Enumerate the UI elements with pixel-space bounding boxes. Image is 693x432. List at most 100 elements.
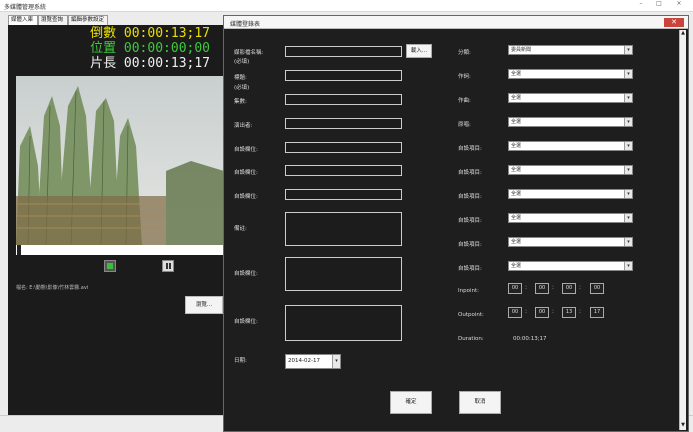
category-select-value: 委員新聞 [511, 47, 532, 53]
tab-browse-query[interactable]: 瀏覽查詢 [38, 15, 68, 25]
pause-button[interactable] [162, 260, 174, 272]
scroll-down-icon[interactable]: ▼ [680, 422, 686, 430]
lyricist-select[interactable]: 全選 ▾ [508, 69, 633, 79]
custom-field-input-1[interactable] [285, 142, 402, 153]
inpoint-minutes[interactable]: 00 [535, 283, 549, 294]
right-label-4: 原唱: [458, 122, 471, 128]
duration-value: 00:00:13;17 [513, 336, 547, 342]
file-name-label: 媒影檔名稱: [234, 50, 264, 56]
composer-select[interactable]: 全選 ▾ [508, 93, 633, 103]
outpoint-frames[interactable]: 17 [590, 307, 604, 318]
inpoint-seconds[interactable]: 00 [562, 283, 576, 294]
custom-field-input-3[interactable] [285, 189, 402, 200]
original-singer-select[interactable]: 全選 ▾ [508, 117, 633, 127]
custom-item-select-5[interactable]: 全選 ▾ [508, 237, 633, 247]
outpoint-seconds[interactable]: 13 [562, 307, 576, 318]
ok-button[interactable]: 確定 [390, 391, 432, 414]
custom-field-label: 自設欄位: [234, 271, 258, 277]
calendar-dropdown-icon[interactable]: ▾ [332, 355, 340, 368]
remarks-textarea[interactable] [285, 212, 402, 246]
chevron-down-icon: ▾ [624, 70, 632, 78]
chevron-down-icon: ▾ [624, 238, 632, 246]
outpoint-hours[interactable]: 00 [508, 307, 522, 318]
play-icon [107, 263, 113, 269]
import-button[interactable]: 載入... [406, 44, 432, 58]
file-name-label: 檔名: E:\動態\影像\竹林雲霧.avi [16, 285, 89, 291]
custom-textarea-4[interactable] [285, 257, 402, 291]
dialog-close-button[interactable]: ✕ [664, 18, 684, 27]
title-required-label: (必填) [234, 85, 250, 91]
right-label-2: 作詞: [458, 74, 471, 80]
main-tabs: 媒體入庫 瀏覽查詢 編輯參數設定 [8, 15, 223, 25]
date-picker[interactable]: 2014-02-17 ▾ [285, 354, 341, 369]
colon-separator: : [525, 284, 528, 291]
minimize-icon[interactable]: – [634, 0, 648, 9]
episode-label: 集數: [234, 99, 247, 105]
right-label-10: 自設項目: [458, 266, 482, 272]
colon-separator: : [579, 308, 582, 315]
outpoint-minutes[interactable]: 00 [535, 307, 549, 318]
composer-select-value: 全選 [511, 95, 522, 101]
dialog-scrollbar[interactable]: ▲ ▼ [679, 30, 686, 430]
custom-item-select-1[interactable]: 全選 ▾ [508, 141, 633, 151]
seek-slider[interactable] [16, 245, 224, 255]
custom-item-select-value: 全選 [511, 239, 522, 245]
chevron-down-icon: ▾ [624, 46, 632, 54]
custom-item-select-value: 全選 [511, 143, 522, 149]
colon-separator: : [525, 308, 528, 315]
dialog-titlebar: 媒體登錄表 ✕ [224, 16, 688, 29]
chevron-down-icon: ▾ [624, 118, 632, 126]
custom-item-select-4[interactable]: 全選 ▾ [508, 213, 633, 223]
date-label: 日期: [234, 358, 247, 364]
custom-item-select-6[interactable]: 全選 ▾ [508, 261, 633, 271]
window-close-icon[interactable]: × [672, 0, 686, 9]
maximize-icon[interactable]: □ [652, 0, 666, 9]
custom-textarea-5[interactable] [285, 305, 402, 341]
right-label-7: 自設項目: [458, 194, 482, 200]
original-singer-select-value: 全選 [511, 119, 522, 125]
colon-separator: : [579, 284, 582, 291]
colon-separator: : [552, 284, 555, 291]
tab-media-import[interactable]: 媒體入庫 [8, 15, 38, 25]
custom-item-select-3[interactable]: 全選 ▾ [508, 189, 633, 199]
category-select[interactable]: 委員新聞 ▾ [508, 45, 633, 55]
chevron-down-icon: ▾ [624, 94, 632, 102]
custom-field-label: 自設欄位: [234, 194, 258, 200]
seek-thumb[interactable] [17, 245, 21, 255]
custom-field-label: 自設欄位: [234, 319, 258, 325]
media-registration-dialog: 媒體登錄表 ✕ 媒影檔名稱: (必填) 載入... 標題: (必填) 集數: 演… [223, 15, 689, 432]
chevron-down-icon: ▾ [624, 190, 632, 198]
scroll-up-icon[interactable]: ▲ [680, 30, 686, 38]
play-button[interactable] [104, 260, 116, 272]
dialog-title: 媒體登錄表 [230, 21, 261, 28]
outpoint-label: Outpoint: [458, 312, 484, 318]
custom-field-label: 自設欄位: [234, 170, 258, 176]
pause-icon [166, 263, 171, 269]
episode-input[interactable] [285, 94, 402, 105]
file-name-input[interactable] [285, 46, 402, 57]
title-label: 標題: [234, 75, 247, 81]
right-label-1: 分類: [458, 50, 471, 56]
length-display: 片長 00:00:13;17 [90, 56, 210, 71]
performer-input[interactable] [285, 118, 402, 129]
position-display: 位置 00:00:00;00 [90, 41, 210, 56]
chevron-down-icon: ▾ [624, 214, 632, 222]
custom-item-select-value: 全選 [511, 191, 522, 197]
remarks-label: 備註: [234, 226, 247, 232]
cancel-button[interactable]: 取消 [459, 391, 501, 414]
custom-item-select-value: 全選 [511, 167, 522, 173]
custom-field-input-2[interactable] [285, 165, 402, 176]
date-value: 2014-02-17 [288, 358, 320, 364]
chevron-down-icon: ▾ [624, 166, 632, 174]
browse-button[interactable]: 瀏覽... [185, 296, 223, 314]
right-label-6: 自設項目: [458, 170, 482, 176]
video-preview [16, 76, 224, 246]
right-label-8: 自設項目: [458, 218, 482, 224]
tab-edit-settings[interactable]: 編輯參數設定 [68, 15, 108, 25]
custom-item-select-2[interactable]: 全選 ▾ [508, 165, 633, 175]
inpoint-frames[interactable]: 00 [590, 283, 604, 294]
duration-label: Duration: [458, 336, 484, 342]
inpoint-hours[interactable]: 00 [508, 283, 522, 294]
title-input[interactable] [285, 70, 402, 81]
countdown-display: 倒數 00:00:13;17 [90, 26, 210, 41]
